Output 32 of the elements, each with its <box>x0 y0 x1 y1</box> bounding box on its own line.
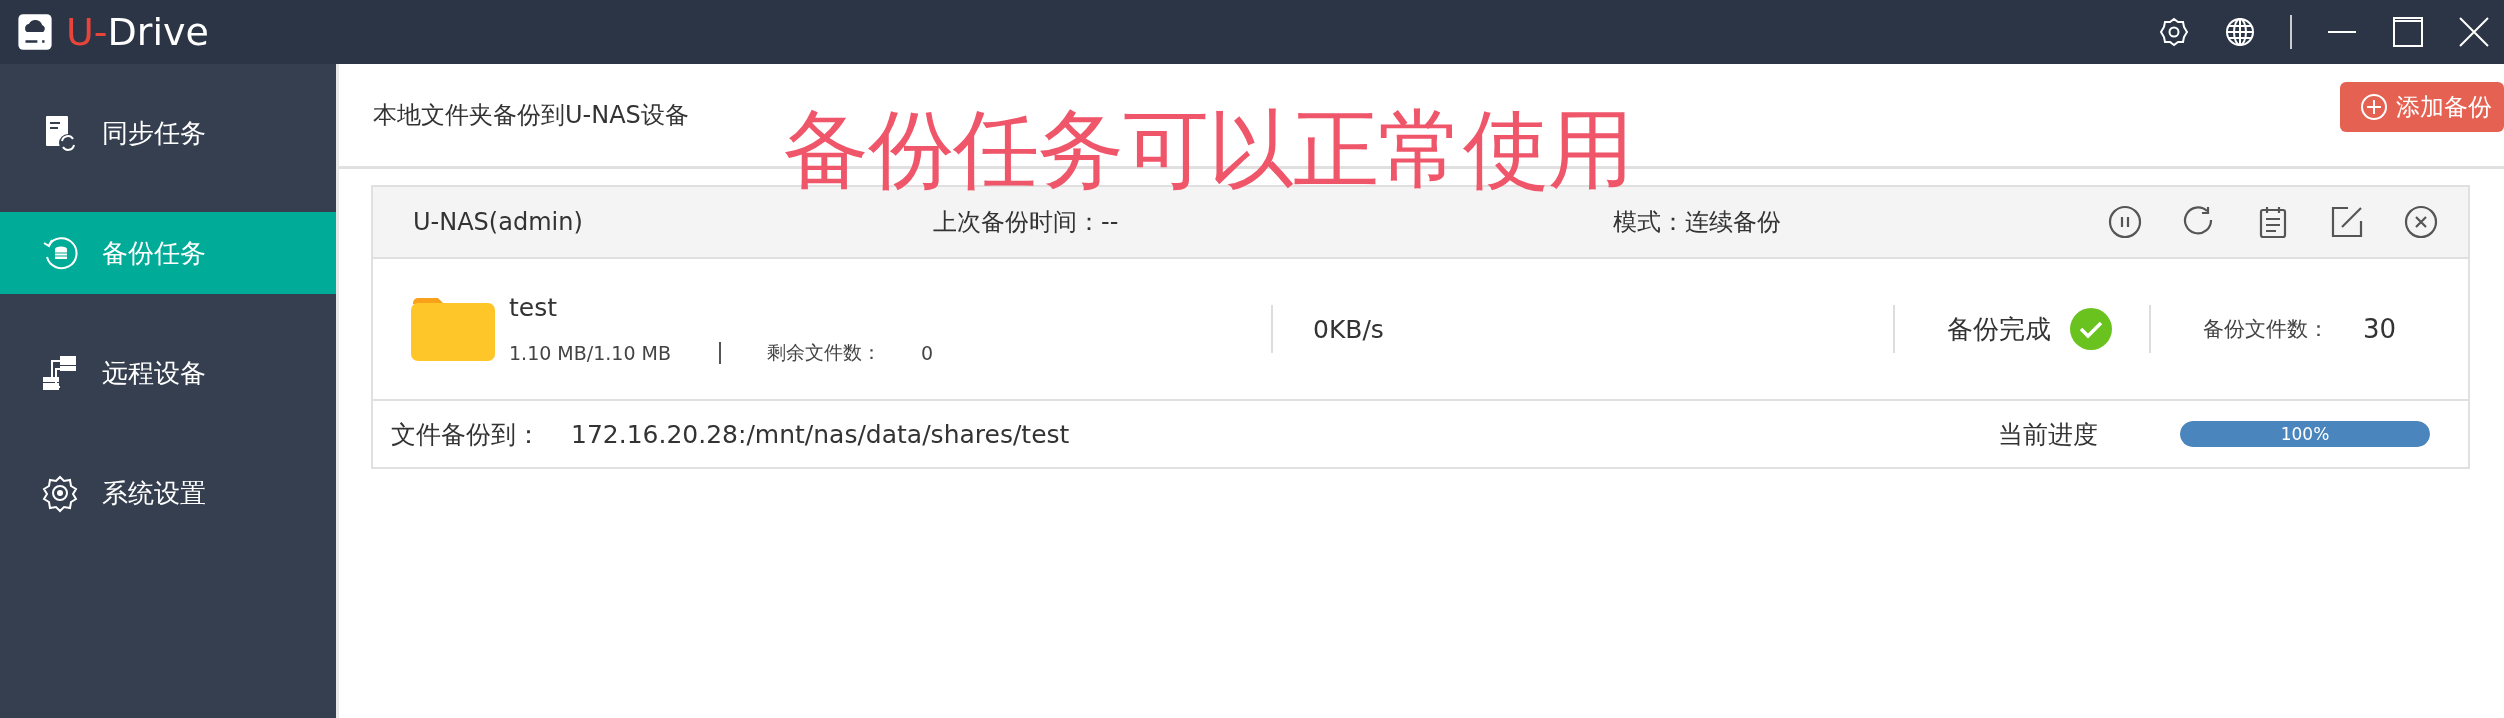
backup-status: 备份完成 <box>1947 312 2051 346</box>
sidebar-item[interactable]: 系统设置 <box>0 452 336 534</box>
plus-icon <box>2360 93 2388 121</box>
app-name: Drive <box>107 10 209 54</box>
edit-icon[interactable] <box>2330 205 2364 239</box>
annotation-text: 备份任务可以正常使用 <box>783 98 1633 201</box>
maximize-icon[interactable] <box>2392 16 2424 48</box>
remaining-files-count: 0 <box>920 341 934 364</box>
progress-percent: 100% <box>2280 424 2330 444</box>
pause-icon[interactable] <box>2108 205 2142 239</box>
remaining-files-label: 剩余文件数： <box>766 339 881 365</box>
brand-prefix: U- <box>66 10 108 54</box>
destination-path: 172.16.20.28:/mnt/nas/data/shares/test <box>571 419 1071 449</box>
destination-label: 文件备份到： <box>390 418 542 451</box>
folder-name: test <box>509 292 558 322</box>
sidebar-item[interactable]: 远程设备 <box>0 332 336 414</box>
folder-icon <box>411 297 495 361</box>
file-count: 30 <box>2363 314 2397 344</box>
device-name: U-NAS(admin) <box>412 208 584 236</box>
transfer-size: 1.10 MB/1.10 MB <box>509 341 671 364</box>
progress-label: 当前进度 <box>1998 418 2099 451</box>
sidebar-item[interactable]: 同步任务 <box>0 92 336 174</box>
globe-icon[interactable] <box>2224 16 2256 48</box>
last-backup-time: 上次备份时间：-- <box>933 207 1120 238</box>
settings-icon[interactable] <box>2158 16 2190 48</box>
backup-mode: 模式：连续备份 <box>1613 207 1782 238</box>
transfer-speed: 0KB/s <box>1312 314 1385 344</box>
page-title: 本地文件夹备份到U-NAS设备 <box>373 100 689 131</box>
close-icon[interactable] <box>2404 205 2438 239</box>
settings-icon <box>40 473 80 513</box>
file-count-label: 备份文件数： <box>2203 316 2329 343</box>
logo-icon <box>16 13 54 51</box>
